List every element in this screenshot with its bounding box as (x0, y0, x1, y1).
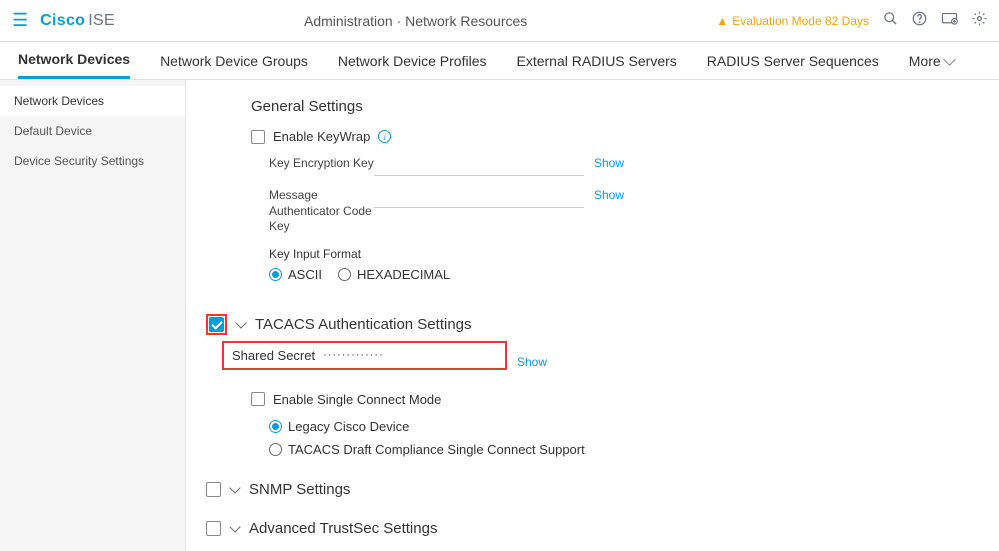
radio-legacy[interactable] (269, 420, 282, 433)
shared-secret-label: Shared Secret (232, 348, 315, 363)
radio-hex-label: HEXADECIMAL (357, 267, 450, 282)
tab-network-devices[interactable]: Network Devices (18, 42, 130, 79)
advanced-enable-checkbox[interactable] (206, 521, 221, 536)
advanced-header: Advanced TrustSec Settings (206, 514, 999, 543)
key-input-format-group: ASCII HEXADECIMAL (269, 267, 999, 290)
advanced-title: Advanced TrustSec Settings (249, 520, 437, 537)
single-connect-checkbox[interactable] (251, 392, 265, 406)
single-connect-label: Enable Single Connect Mode (273, 392, 441, 407)
key-encryption-show[interactable]: Show (594, 156, 624, 170)
radio-legacy-label: Legacy Cisco Device (288, 419, 409, 434)
main-content: General Settings Enable KeyWrap i Key En… (186, 80, 999, 551)
breadcrumb: Administration · Network Resources (115, 13, 716, 29)
tacacs-chevron-icon[interactable] (235, 317, 246, 328)
tab-radius-sequences[interactable]: RADIUS Server Sequences (707, 44, 879, 78)
shared-secret-value[interactable]: ············· (323, 349, 384, 361)
key-encryption-row: Key Encryption Key Show (269, 156, 999, 176)
snmp-header: SNMP Settings (206, 475, 999, 504)
eval-text: Evaluation Mode 82 Days (732, 14, 869, 28)
key-encryption-label: Key Encryption Key (269, 156, 374, 172)
sidebar-item-default-device[interactable]: Default Device (0, 116, 185, 146)
msg-auth-show[interactable]: Show (594, 188, 624, 202)
advanced-section: Advanced TrustSec Settings (186, 514, 999, 543)
radio-ascii-label: ASCII (288, 267, 322, 282)
top-header: ☰ CiscoISE Administration · Network Reso… (0, 0, 999, 42)
tab-more[interactable]: More (909, 44, 954, 78)
sidebar-item-device-security[interactable]: Device Security Settings (0, 146, 185, 176)
tacacs-header: TACACS Authentication Settings (206, 308, 999, 341)
tacacs-enable-checkbox[interactable] (209, 317, 224, 332)
radio-draft-label: TACACS Draft Compliance Single Connect S… (288, 442, 585, 457)
legacy-row: Legacy Cisco Device (269, 419, 999, 434)
shared-secret-row: Shared Secret ············· Show (186, 341, 999, 384)
brand-main: Cisco (40, 12, 85, 29)
tab-network-device-profiles[interactable]: Network Device Profiles (338, 44, 487, 78)
tabs-bar: Network Devices Network Device Groups Ne… (0, 42, 999, 80)
body: Network Devices Default Device Device Se… (0, 80, 999, 551)
info-icon[interactable]: i (378, 130, 391, 143)
radio-ascii[interactable] (269, 268, 282, 281)
msg-auth-label: Message Authenticator Code Key (269, 188, 374, 235)
snmp-chevron-icon[interactable] (229, 482, 240, 493)
single-connect-row: Enable Single Connect Mode (251, 392, 999, 407)
sidebar-item-network-devices[interactable]: Network Devices (0, 86, 185, 116)
search-icon[interactable] (883, 11, 898, 30)
radio-draft[interactable] (269, 443, 282, 456)
snmp-section: SNMP Settings (186, 475, 999, 504)
key-encryption-input[interactable] (374, 156, 584, 176)
general-settings-title: General Settings (251, 98, 999, 115)
msg-auth-row: Message Authenticator Code Key Show (269, 188, 999, 235)
radio-hex[interactable] (338, 268, 351, 281)
tab-external-radius[interactable]: External RADIUS Servers (517, 44, 677, 78)
brand-sub: ISE (88, 12, 115, 29)
shared-secret-show[interactable]: Show (517, 355, 547, 369)
sidebar: Network Devices Default Device Device Se… (0, 80, 186, 551)
enable-keywrap-label: Enable KeyWrap (273, 129, 370, 144)
chevron-down-icon (943, 53, 956, 66)
draft-row: TACACS Draft Compliance Single Connect S… (269, 442, 999, 457)
header-right: ▲ Evaluation Mode 82 Days (716, 11, 987, 30)
advanced-chevron-icon[interactable] (229, 521, 240, 532)
menu-icon[interactable]: ☰ (12, 10, 28, 31)
tab-network-device-groups[interactable]: Network Device Groups (160, 44, 308, 78)
warning-icon: ▲ (716, 14, 728, 28)
enable-keywrap-row: Enable KeyWrap i (251, 129, 999, 144)
tacacs-title: TACACS Authentication Settings (255, 316, 472, 333)
tab-more-label: More (909, 53, 941, 69)
enable-keywrap-checkbox[interactable] (251, 130, 265, 144)
general-form: Enable KeyWrap i Key Encryption Key Show… (251, 129, 999, 290)
gear-icon[interactable] (972, 11, 987, 30)
msg-auth-input[interactable] (374, 188, 584, 208)
snmp-title: SNMP Settings (249, 481, 350, 498)
key-input-format-label: Key Input Format (269, 247, 999, 261)
shared-secret-highlight: Shared Secret ············· (222, 341, 507, 370)
brand-logo: CiscoISE (40, 12, 115, 30)
help-icon[interactable] (912, 11, 927, 30)
tacacs-section: TACACS Authentication Settings Shared Se… (186, 308, 999, 457)
snmp-enable-checkbox[interactable] (206, 482, 221, 497)
tools-icon[interactable] (941, 11, 958, 30)
eval-badge[interactable]: ▲ Evaluation Mode 82 Days (716, 14, 869, 28)
tacacs-check-highlight (206, 314, 227, 335)
tacacs-form: Enable Single Connect Mode Legacy Cisco … (251, 392, 999, 457)
